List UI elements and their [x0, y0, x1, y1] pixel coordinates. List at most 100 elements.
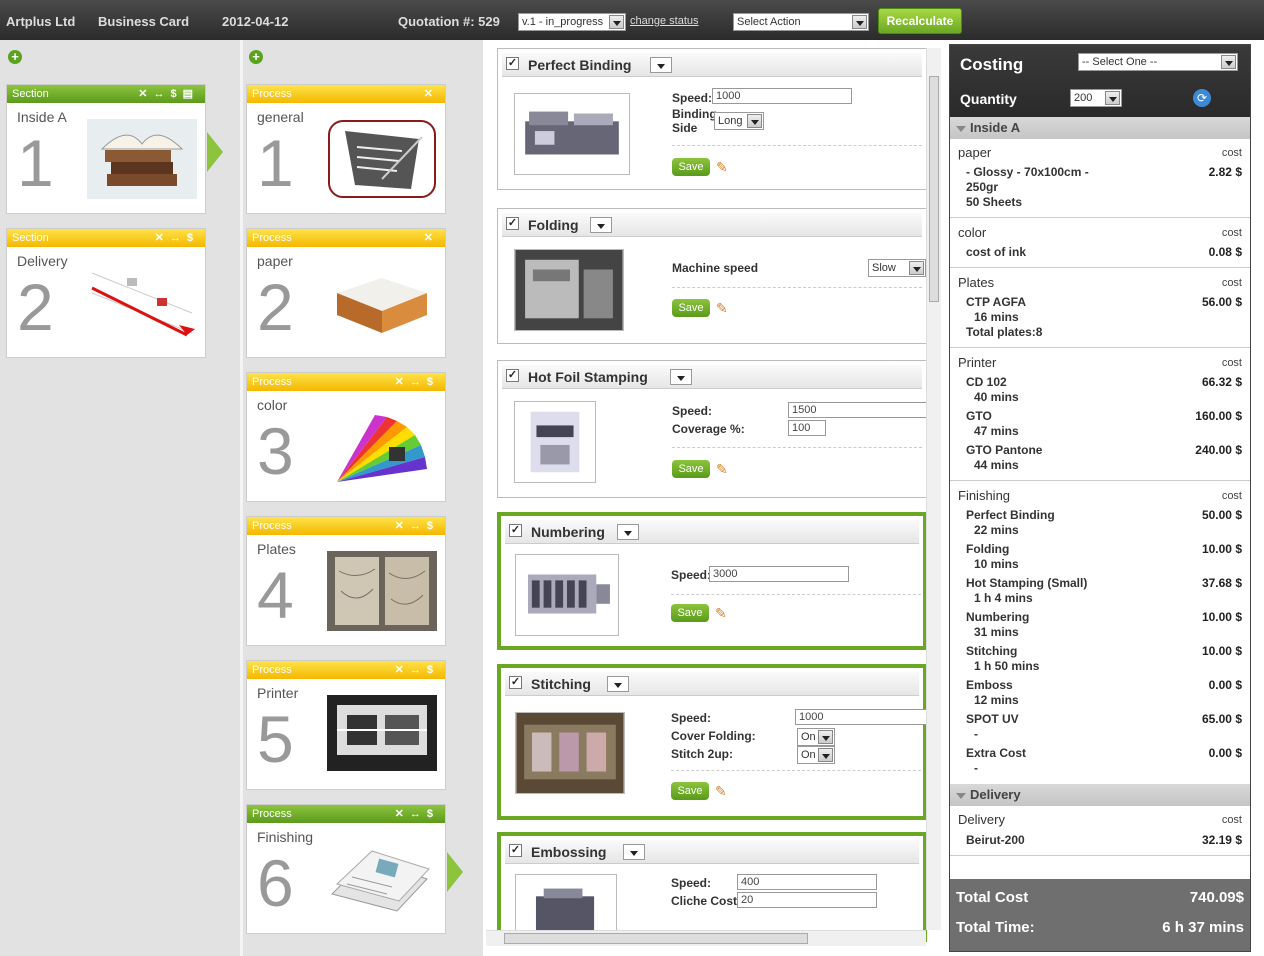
process-card-color[interactable]: Process ✕↔$ color 3: [246, 372, 446, 502]
finishing-item-name: Extra Cost: [966, 746, 1027, 760]
printer-a-time: 40 mins: [974, 390, 1019, 404]
costing-title: Costing: [960, 55, 1024, 74]
edit-pencil-icon[interactable]: ✎: [715, 783, 731, 799]
scrollbar-thumb[interactable]: [929, 76, 939, 302]
card-actions-icons[interactable]: ✕↔$: [395, 519, 439, 532]
chevron-down-icon: [1105, 91, 1120, 105]
separator: [950, 217, 1250, 218]
recalculate-button[interactable]: Recalculate: [878, 8, 962, 34]
binding-machine-image: [514, 93, 630, 175]
panel-menu-dropdown[interactable]: [623, 844, 645, 860]
machine-speed-select[interactable]: Slow: [868, 259, 926, 277]
chevron-down-icon: [818, 730, 833, 744]
action-select-value: Select Action: [737, 16, 801, 28]
process-card-header: Process ✕↔$: [247, 805, 445, 823]
save-button[interactable]: Save: [672, 299, 710, 317]
enable-checkbox[interactable]: ✓: [506, 217, 519, 230]
speed-input[interactable]: 1500: [788, 402, 928, 418]
action-select[interactable]: Select Action: [733, 13, 869, 31]
card-actions-icons[interactable]: ✕↔$▤: [138, 87, 199, 100]
cost-label: cost: [1221, 227, 1242, 239]
save-button[interactable]: Save: [672, 460, 710, 478]
process-active-arrow: [447, 852, 463, 892]
version-select[interactable]: v.1 - in_progress: [518, 13, 626, 31]
foil-stamping-machine-image: [514, 401, 596, 483]
cost-label: cost: [1221, 814, 1242, 826]
binding-side-select[interactable]: Long: [714, 112, 764, 130]
process-card-header: Process ✕↔$: [247, 517, 445, 535]
vertical-scrollbar[interactable]: [926, 48, 941, 930]
quantity-select[interactable]: 200: [1070, 89, 1122, 107]
finishing-item-name: Hot Stamping (Small): [966, 576, 1088, 590]
panel-perfect-binding: ✓ Perfect Binding Speed: 1000 Binding Sid…: [497, 48, 927, 190]
card-actions-icons[interactable]: ✕↔$: [395, 375, 439, 388]
coverage-label: Coverage %:: [672, 422, 745, 436]
process-card-paper[interactable]: Process ✕ paper 2: [246, 228, 446, 358]
cover-folding-value: On: [801, 731, 816, 743]
save-button[interactable]: Save: [671, 782, 709, 800]
enable-checkbox[interactable]: ✓: [509, 524, 522, 537]
speed-input[interactable]: 1000: [795, 709, 927, 725]
add-section-icon[interactable]: +: [8, 50, 22, 64]
group-delivery[interactable]: Delivery: [950, 784, 1250, 806]
edit-pencil-icon[interactable]: ✎: [716, 159, 732, 175]
refresh-icon[interactable]: ⟳: [1193, 89, 1211, 107]
cost-label: cost: [1221, 490, 1242, 502]
enable-checkbox[interactable]: ✓: [509, 676, 522, 689]
panel-menu-dropdown[interactable]: [670, 369, 692, 385]
section-card-delivery[interactable]: Section ✕↔$ Delivery 2: [6, 228, 206, 358]
chevron-down-icon: [852, 15, 867, 29]
finishing-item-time: 22 mins: [974, 523, 1019, 537]
panel-title: Stitching: [531, 676, 591, 692]
coverage-input[interactable]: 100: [788, 420, 826, 436]
speed-input[interactable]: 3000: [709, 566, 849, 582]
scrollbar-thumb[interactable]: [504, 933, 808, 944]
add-process-icon[interactable]: +: [249, 50, 263, 64]
finishing-item-time: 1 h 4 mins: [974, 591, 1033, 605]
speed-input[interactable]: 1000: [712, 88, 852, 104]
divider: [672, 447, 922, 448]
panel-menu-dropdown[interactable]: [617, 524, 639, 540]
panel-folding: ✓ Folding Machine speed Slow Save ✎: [497, 208, 927, 344]
delivery-line-1: Beirut-200: [966, 833, 1025, 847]
save-button[interactable]: Save: [672, 158, 710, 176]
speed-input[interactable]: 400: [737, 874, 877, 890]
card-actions-icons[interactable]: ✕↔$: [155, 231, 199, 244]
stitch-2up-select[interactable]: On: [797, 746, 835, 764]
close-icon[interactable]: ✕: [424, 231, 439, 244]
edit-pencil-icon[interactable]: ✎: [716, 461, 732, 477]
horizontal-scrollbar[interactable]: [486, 930, 926, 946]
enable-checkbox[interactable]: ✓: [506, 57, 519, 70]
panel-menu-dropdown[interactable]: [590, 217, 612, 233]
change-status-link[interactable]: change status: [630, 15, 699, 27]
save-button[interactable]: Save: [671, 604, 709, 622]
cost-label: cost: [1221, 277, 1242, 289]
process-card-finishing[interactable]: Process ✕↔$ Finishing 6: [246, 804, 446, 934]
total-time-value: 6 h 37 mins: [1162, 919, 1244, 936]
panel-title: Hot Foil Stamping: [528, 369, 648, 385]
paper-line-2: 250gr: [966, 180, 999, 194]
cliche-cost-input[interactable]: 20: [737, 892, 877, 908]
plates-line-3: Total plates:8: [966, 325, 1043, 339]
edit-pencil-icon[interactable]: ✎: [715, 605, 731, 621]
panel-menu-dropdown[interactable]: [607, 676, 629, 692]
group-inside-a[interactable]: Inside A: [950, 117, 1250, 139]
section-header-label: Section: [12, 232, 49, 244]
section-card-inside-a[interactable]: Section ✕↔$▤ Inside A 1: [6, 84, 206, 214]
process-card-plates[interactable]: Process ✕↔$ Plates 4: [246, 516, 446, 646]
process-card-general[interactable]: Process ✕ general 1: [246, 84, 446, 214]
enable-checkbox[interactable]: ✓: [509, 844, 522, 857]
cover-folding-select[interactable]: On: [797, 728, 835, 746]
card-actions-icons[interactable]: ✕↔$: [395, 807, 439, 820]
edit-pencil-icon[interactable]: ✎: [716, 300, 732, 316]
divider: [672, 287, 922, 288]
cost-section-printer: Printer: [958, 355, 997, 370]
process-card-printer[interactable]: Process ✕↔$ Printer 5: [246, 660, 446, 790]
enable-checkbox[interactable]: ✓: [506, 369, 519, 382]
stitching-machine-image: [515, 712, 625, 794]
card-actions-icons[interactable]: ✕↔$: [395, 663, 439, 676]
finishing-item-name: SPOT UV: [966, 712, 1019, 726]
panel-menu-dropdown[interactable]: [650, 57, 672, 73]
close-icon[interactable]: ✕: [424, 87, 439, 100]
costing-select[interactable]: -- Select One --: [1078, 53, 1238, 71]
